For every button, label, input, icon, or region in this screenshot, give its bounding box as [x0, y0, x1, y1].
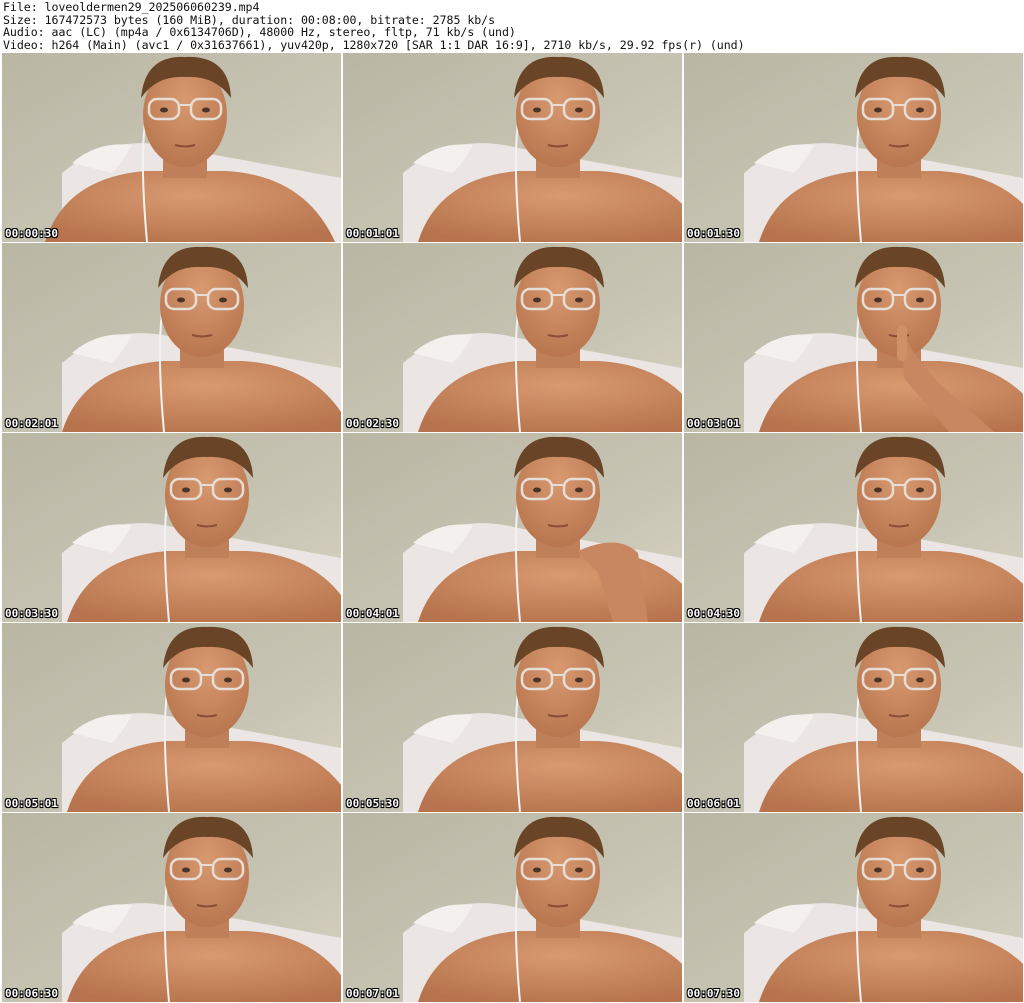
webcam-frame-image: [684, 813, 1023, 1002]
video-thumbnail: 00:05:01: [2, 623, 341, 812]
webcam-frame-image: [343, 813, 682, 1002]
webcam-frame-image: [2, 243, 341, 432]
file-info-header: File: loveoldermen29_202506060239.mp4 Si…: [3, 1, 1021, 53]
video-info-line: Video: h264 (Main) (avc1 / 0x31637661), …: [3, 37, 745, 52]
webcam-frame-image: [684, 433, 1023, 622]
timestamp-label: 00:04:01: [346, 607, 399, 620]
video-thumbnail: 00:07:30: [684, 813, 1023, 1002]
video-thumbnail: 00:05:30: [343, 623, 682, 812]
webcam-frame-image: [684, 243, 1023, 432]
video-thumbnail: 00:06:01: [684, 623, 1023, 812]
timestamp-label: 00:00:30: [5, 227, 58, 240]
webcam-frame-image: [343, 623, 682, 812]
video-thumbnail: 00:04:01: [343, 433, 682, 622]
video-thumbnail: 00:02:01: [2, 243, 341, 432]
video-thumbnail: 00:07:01: [343, 813, 682, 1002]
webcam-frame-image: [2, 813, 341, 1002]
timestamp-label: 00:07:30: [687, 987, 740, 1000]
timestamp-label: 00:05:30: [346, 797, 399, 810]
timestamp-label: 00:03:30: [5, 607, 58, 620]
video-thumbnail: 00:04:30: [684, 433, 1023, 622]
timestamp-label: 00:05:01: [5, 797, 58, 810]
timestamp-label: 00:03:01: [687, 417, 740, 430]
timestamp-label: 00:04:30: [687, 607, 740, 620]
thumbnail-grid: 00:00:30 00:01:01 00:01:30 00:02:01 00:0…: [2, 53, 1023, 1003]
video-thumbnail: 00:01:30: [684, 53, 1023, 242]
timestamp-label: 00:06:30: [5, 987, 58, 1000]
video-thumbnail: 00:02:30: [343, 243, 682, 432]
timestamp-label: 00:02:30: [346, 417, 399, 430]
webcam-frame-image: [2, 433, 341, 622]
video-thumbnail: 00:06:30: [2, 813, 341, 1002]
webcam-frame-image: [684, 53, 1023, 242]
audio-info-line: Audio: aac (LC) (mp4a / 0x6134706D), 480…: [3, 25, 516, 40]
webcam-frame-image: [684, 623, 1023, 812]
timestamp-label: 00:07:01: [346, 987, 399, 1000]
webcam-frame-image: [343, 53, 682, 242]
webcam-frame-image: [2, 53, 341, 242]
timestamp-label: 00:02:01: [5, 417, 58, 430]
webcam-frame-image: [343, 243, 682, 432]
webcam-frame-image: [2, 623, 341, 812]
video-thumbnail: 00:01:01: [343, 53, 682, 242]
video-thumbnail: 00:03:01: [684, 243, 1023, 432]
file-name-line: File: loveoldermen29_202506060239.mp4: [3, 1, 260, 14]
webcam-frame-image: [343, 433, 682, 622]
timestamp-label: 00:06:01: [687, 797, 740, 810]
video-thumbnail: 00:00:30: [2, 53, 341, 242]
timestamp-label: 00:01:30: [687, 227, 740, 240]
video-thumbnail: 00:03:30: [2, 433, 341, 622]
timestamp-label: 00:01:01: [346, 227, 399, 240]
